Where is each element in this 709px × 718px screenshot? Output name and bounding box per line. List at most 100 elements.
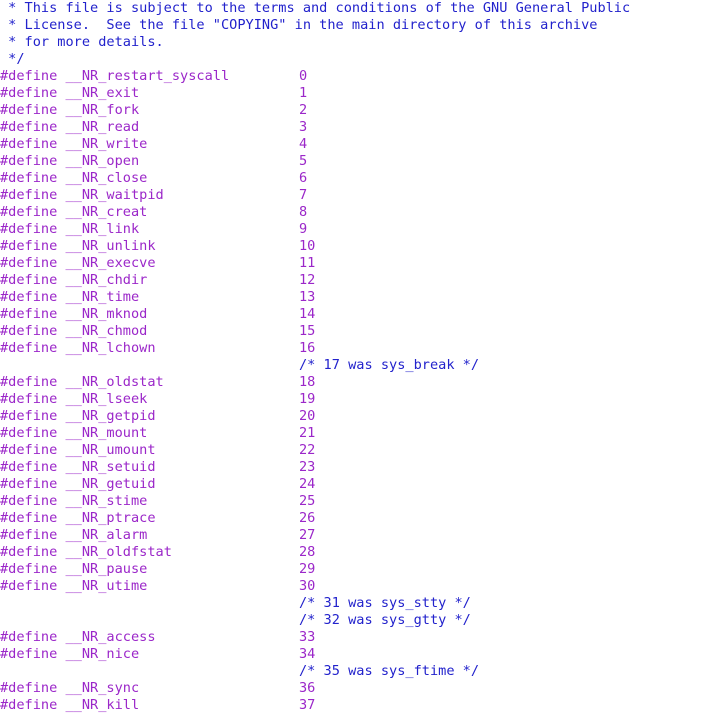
define-statement: #define __NR_alarm (0, 527, 147, 544)
code-line: #define __NR_umount 22 (0, 442, 709, 459)
preprocessor-directive: #define (0, 289, 58, 305)
preprocessor-directive: #define (0, 170, 58, 186)
macro-name: __NR_link (65, 221, 140, 237)
define-statement: #define __NR_restart_syscall (0, 68, 229, 85)
code-line: #define __NR_write 4 (0, 136, 709, 153)
code-line: * for more details. (0, 34, 709, 51)
comment-text: * This file is subject to the terms and … (0, 0, 631, 16)
code-line: #define __NR_mount 21 (0, 425, 709, 442)
macro-name: __NR_alarm (65, 527, 148, 543)
define-statement: #define __NR_oldfstat (0, 544, 172, 561)
define-statement: #define __NR_ptrace (0, 510, 156, 527)
syscall-number: 11 (299, 255, 316, 271)
macro-name: __NR_restart_syscall (65, 68, 230, 84)
code-line: #define __NR_chmod 15 (0, 323, 709, 340)
syscall-number: 14 (299, 306, 316, 322)
syscall-number: 22 (299, 442, 316, 458)
define-statement: #define __NR_mknod (0, 306, 147, 323)
preprocessor-directive: #define (0, 459, 58, 475)
syscall-number: 4 (299, 136, 308, 152)
macro-name: __NR_time (65, 289, 140, 305)
code-line: #define __NR_link 9 (0, 221, 709, 238)
preprocessor-directive: #define (0, 561, 58, 577)
code-line: #define __NR_close 6 (0, 170, 709, 187)
syscall-number: 20 (299, 408, 316, 424)
define-statement: #define __NR_oldstat (0, 374, 164, 391)
macro-name: __NR_umount (65, 442, 156, 458)
define-statement: #define __NR_creat (0, 204, 147, 221)
syscall-number: 19 (299, 391, 316, 407)
syscall-number: 30 (299, 578, 316, 594)
code-line: #define __NR_sync 36 (0, 680, 709, 697)
macro-name: __NR_unlink (65, 238, 156, 254)
syscall-number: 10 (299, 238, 316, 254)
define-statement: #define __NR_unlink (0, 238, 156, 255)
code-line: #define __NR_stime 25 (0, 493, 709, 510)
macro-name: __NR_access (65, 629, 156, 645)
macro-name: __NR_chmod (65, 323, 148, 339)
source-code-view[interactable]: * This file is subject to the terms and … (0, 0, 709, 718)
code-line: #define __NR_setuid 23 (0, 459, 709, 476)
syscall-number: 6 (299, 170, 308, 186)
syscall-number: 25 (299, 493, 316, 509)
comment-text: /* 35 was sys_ftime */ (299, 663, 480, 679)
preprocessor-directive: #define (0, 119, 58, 135)
comment-text: * License. See the file "COPYING" in the… (0, 17, 598, 33)
code-line: #define __NR_mknod 14 (0, 306, 709, 323)
preprocessor-directive: #define (0, 442, 58, 458)
define-statement: #define __NR_mount (0, 425, 147, 442)
preprocessor-directive: #define (0, 153, 58, 169)
define-statement: #define __NR_getuid (0, 476, 156, 493)
macro-name: __NR_read (65, 119, 140, 135)
define-statement: #define __NR_exit (0, 85, 139, 102)
comment-text: */ (0, 51, 25, 67)
preprocessor-directive: #define (0, 102, 58, 118)
define-statement: #define __NR_stime (0, 493, 147, 510)
preprocessor-directive: #define (0, 136, 58, 152)
preprocessor-directive: #define (0, 68, 58, 84)
preprocessor-directive: #define (0, 272, 58, 288)
macro-name: __NR_pause (65, 561, 148, 577)
syscall-number: 36 (299, 680, 316, 696)
preprocessor-directive: #define (0, 646, 58, 662)
macro-name: __NR_exit (65, 85, 140, 101)
code-line: #define __NR_access 33 (0, 629, 709, 646)
define-statement: #define __NR_fork (0, 102, 139, 119)
macro-name: __NR_chdir (65, 272, 148, 288)
define-statement: #define __NR_setuid (0, 459, 156, 476)
code-line: #define __NR_chdir 12 (0, 272, 709, 289)
define-statement: #define __NR_chmod (0, 323, 147, 340)
preprocessor-directive: #define (0, 629, 58, 645)
macro-name: __NR_nice (65, 646, 140, 662)
syscall-number: 16 (299, 340, 316, 356)
preprocessor-directive: #define (0, 221, 58, 237)
code-line: #define __NR_exit 1 (0, 85, 709, 102)
preprocessor-directive: #define (0, 238, 58, 254)
code-line: #define __NR_pause 29 (0, 561, 709, 578)
define-statement: #define __NR_waitpid (0, 187, 164, 204)
syscall-number: 13 (299, 289, 316, 305)
define-statement: #define __NR_execve (0, 255, 156, 272)
syscall-number: 37 (299, 697, 316, 713)
code-line: #define __NR_creat 8 (0, 204, 709, 221)
macro-name: __NR_kill (65, 697, 140, 713)
code-line: /* 17 was sys_break */ (0, 357, 709, 374)
preprocessor-directive: #define (0, 204, 58, 220)
preprocessor-directive: #define (0, 578, 58, 594)
preprocessor-directive: #define (0, 85, 58, 101)
macro-name: __NR_stime (65, 493, 148, 509)
code-line: * This file is subject to the terms and … (0, 0, 709, 17)
code-line: #define __NR_ptrace 26 (0, 510, 709, 527)
syscall-number: 24 (299, 476, 316, 492)
syscall-number: 1 (299, 85, 308, 101)
macro-name: __NR_oldfstat (65, 544, 172, 560)
syscall-number: 3 (299, 119, 308, 135)
macro-name: __NR_setuid (65, 459, 156, 475)
code-line: * License. See the file "COPYING" in the… (0, 17, 709, 34)
syscall-number: 33 (299, 629, 316, 645)
code-line: #define __NR_getuid 24 (0, 476, 709, 493)
define-statement: #define __NR_access (0, 629, 156, 646)
code-line: #define __NR_execve 11 (0, 255, 709, 272)
preprocessor-directive: #define (0, 187, 58, 203)
define-statement: #define __NR_kill (0, 697, 139, 714)
